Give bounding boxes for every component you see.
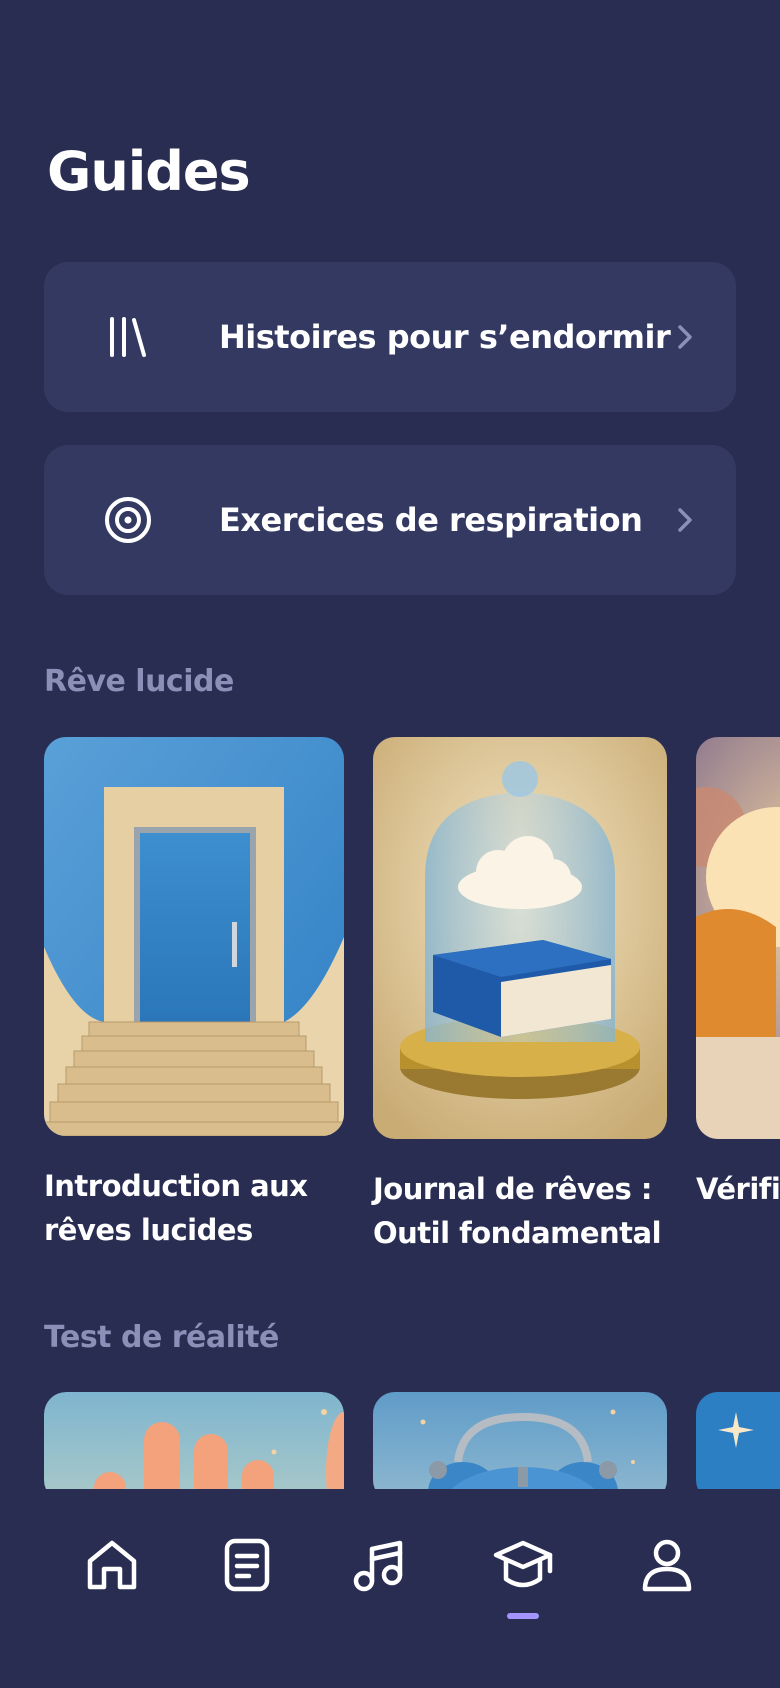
guide-card[interactable]: Vérific réalité [696,737,780,1211]
journal-icon[interactable] [217,1535,277,1595]
lamp-cloud-image [696,737,780,1139]
guide-card[interactable]: Introduction aux rêves lucides [44,737,344,1252]
graduation-cap-icon[interactable] [493,1535,553,1595]
alarm-clock-image[interactable] [373,1392,667,1489]
cloud-book-jar-image [373,737,667,1139]
guide-card-title: Journal de rêves : Outil fondamental [373,1172,662,1250]
target-icon [105,497,151,543]
guide-card[interactable]: Journal de rêves : Outil fondamental [373,737,667,1255]
section-title: Test de réalité [44,1320,279,1355]
hand-image[interactable] [44,1392,344,1489]
guide-card-title: Vérific réalité [696,1172,780,1206]
sparkle-sky-image[interactable] [696,1392,780,1489]
library-icon [110,317,146,357]
active-tab-indicator [507,1613,539,1619]
door-stairs-image [44,737,344,1136]
menu-card-breathing[interactable]: Exercices de respiration [44,445,736,595]
music-icon[interactable] [350,1535,410,1595]
guide-card-title: Introduction aux rêves lucides [44,1169,308,1247]
menu-card-sleep-stories[interactable]: Histoires pour s’endormir [44,262,736,412]
bottom-nav [0,1489,780,1688]
chevron-right-icon [678,325,692,349]
menu-label: Histoires pour s’endormir [219,318,671,356]
section-title: Rêve lucide [44,664,234,699]
home-icon[interactable] [82,1535,142,1595]
section-2-row [0,1392,780,1489]
chevron-right-icon [678,508,692,532]
profile-icon[interactable] [637,1535,697,1595]
page-title: Guides [47,140,251,203]
menu-label: Exercices de respiration [219,501,643,539]
